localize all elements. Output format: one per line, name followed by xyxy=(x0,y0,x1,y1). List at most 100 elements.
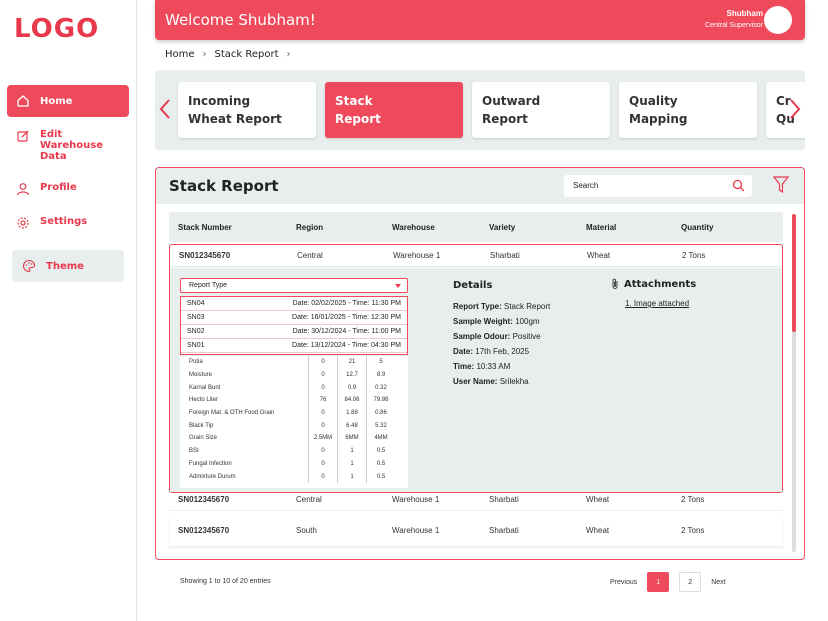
table-row[interactable]: SN012345670 South Warehouse 1 Sharbati W… xyxy=(169,515,783,547)
tab-label: Incoming xyxy=(188,94,251,108)
report-type-select[interactable]: Report Type xyxy=(180,278,408,293)
column-header[interactable]: Region xyxy=(287,223,383,232)
sidebar-item-profile[interactable]: Profile xyxy=(7,174,129,204)
report-sn: SN01 xyxy=(187,342,205,349)
param-min: 0 xyxy=(308,444,337,458)
page-button-1[interactable]: 1 xyxy=(647,572,670,592)
detail-value: Positive xyxy=(512,332,541,341)
detail-value: Srilekha xyxy=(499,377,529,386)
tab-stack-report[interactable]: Stack Report xyxy=(325,82,463,138)
details-section: Details Report Type: Stack Report Sample… xyxy=(453,278,603,389)
detail-sample-weight: Sample Weight: 100gm xyxy=(453,314,603,329)
expanded-row: SN012345670 Central Warehouse 1 Sharbati… xyxy=(169,244,783,493)
cell-quantity: 2 Tons xyxy=(681,495,705,504)
table-scrollbar[interactable] xyxy=(792,214,796,552)
tab-quality-mapping[interactable]: Quality Mapping xyxy=(619,82,757,138)
report-type-label: Report Type xyxy=(189,282,228,289)
column-header[interactable]: Material xyxy=(577,223,672,232)
cell-warehouse: Warehouse 1 xyxy=(392,526,440,535)
param-name: Karnal Bunt xyxy=(189,384,221,391)
gear-icon xyxy=(17,217,29,229)
cell-quantity: 2 Tons xyxy=(682,251,706,260)
cell-variety: Sharbati xyxy=(489,495,519,504)
chevron-right-icon[interactable] xyxy=(789,98,801,120)
param-max: 1.88 xyxy=(337,406,366,420)
param-value: 0.5 xyxy=(366,457,395,471)
param-name: Hecto Liter xyxy=(189,397,219,404)
detail-key: Report Type: xyxy=(453,302,502,311)
detail-key: User Name: xyxy=(453,377,498,386)
palette-icon xyxy=(23,259,36,273)
welcome-text: Welcome Shubham! xyxy=(165,11,316,29)
report-datetime: Date: 02/02/2025 - Time: 11:30 PM xyxy=(292,300,401,307)
report-datetime: Date: 30/12/2024 - Time: 11:00 PM xyxy=(292,328,401,335)
cell-region: Central xyxy=(296,495,322,504)
parameter-row: Foreign Mat. & OTH Food Grain 0 1.88 0.86 xyxy=(180,406,408,420)
theme-label: Theme xyxy=(46,260,84,272)
cell-material: Wheat xyxy=(587,251,611,260)
search-input[interactable]: Search xyxy=(564,175,752,197)
report-list-item[interactable]: SN01 Date: 13/12/2024 - Time: 04:30 PM xyxy=(181,339,407,353)
cell-warehouse: Warehouse 1 xyxy=(392,495,440,504)
report-list-item[interactable]: SN02 Date: 30/12/2024 - Time: 11:00 PM xyxy=(181,325,407,339)
tab-outward-report[interactable]: Outward Report xyxy=(472,82,610,138)
param-max: 1 xyxy=(337,470,366,483)
detail-value: Stack Report xyxy=(503,302,551,311)
param-name: Grain Size xyxy=(189,435,218,442)
param-value: 8.9 xyxy=(366,368,395,382)
param-name: Foreign Mat. & OTH Food Grain xyxy=(189,410,275,417)
row-detail: Report Type SN04 Date: 02/02/2025 - Time:… xyxy=(170,268,782,492)
param-max: 12.7 xyxy=(337,368,366,382)
panel-header: Stack Report Search xyxy=(156,168,804,204)
filter-icon[interactable] xyxy=(773,176,789,194)
tab-incoming-wheat-report[interactable]: Incoming Wheat Report xyxy=(178,82,316,138)
attachment-link[interactable]: 1. Image attached xyxy=(611,299,761,308)
sidebar-nav: Home Edit Warehouse Data Profile Setting… xyxy=(7,85,129,242)
column-header[interactable]: Quantity xyxy=(672,223,772,232)
avatar[interactable] xyxy=(764,6,792,34)
theme-button[interactable]: Theme xyxy=(12,250,124,282)
breadcrumb: Home › Stack Report › xyxy=(165,49,291,60)
report-tabs-carousel: Incoming Wheat Report Stack Report Outward… xyxy=(155,70,805,150)
detail-value: 17th Feb, 2025 xyxy=(475,347,530,356)
param-value: 4MM xyxy=(366,432,395,445)
table-header: Stack Number Region Warehouse Variety Ma… xyxy=(169,212,783,242)
report-list-item[interactable]: SN04 Date: 02/02/2025 - Time: 11:30 PM xyxy=(181,297,407,311)
table-row[interactable]: SN012345670 Central Warehouse 1 Sharbati… xyxy=(170,245,782,267)
chevron-left-icon[interactable] xyxy=(159,98,171,120)
quality-parameters: Potia 0 21 5 Moisture 0 12.7 8.9 Karnal Bunt 0 0… xyxy=(180,356,408,488)
param-name: Black Tip xyxy=(189,422,214,429)
scrollbar-thumb[interactable] xyxy=(792,214,796,332)
sidebar-item-edit-warehouse[interactable]: Edit Warehouse Data xyxy=(7,121,129,170)
column-header[interactable]: Warehouse xyxy=(383,223,480,232)
detail-time: Time: 10:33 AM xyxy=(453,359,603,374)
param-max: 0.9 xyxy=(337,381,366,395)
search-icon[interactable] xyxy=(732,179,745,192)
report-list-item[interactable]: SN03 Date: 16/01/2025 - Time: 12:30 PM xyxy=(181,311,407,325)
previous-button[interactable]: Previous xyxy=(610,579,637,586)
param-min: 0 xyxy=(308,381,337,395)
sidebar-item-settings[interactable]: Settings xyxy=(7,208,129,238)
breadcrumb-home[interactable]: Home xyxy=(165,49,195,60)
param-max: 1 xyxy=(337,457,366,471)
param-min: 0 xyxy=(308,368,337,382)
param-max: 6.48 xyxy=(337,419,366,433)
next-button[interactable]: Next xyxy=(711,579,725,586)
param-min: 76 xyxy=(308,394,337,407)
param-min: 0 xyxy=(308,406,337,420)
column-header[interactable]: Stack Number xyxy=(169,223,287,232)
parameter-row: Admixture Durum 0 1 0.5 xyxy=(180,470,408,483)
cell-stack-number: SN012345670 xyxy=(178,526,230,535)
page-button-2[interactable]: 2 xyxy=(679,572,702,592)
param-max: 21 xyxy=(337,356,366,369)
report-sn: SN03 xyxy=(187,314,205,321)
column-header[interactable]: Variety xyxy=(480,223,577,232)
param-min: 0 xyxy=(308,457,337,471)
param-name: Fungal Infection xyxy=(189,460,232,467)
param-max: 6MM xyxy=(337,432,366,445)
cell-variety: Sharbati xyxy=(490,251,520,260)
pagination: Previous 1 2 Next xyxy=(610,572,736,592)
breadcrumb-current[interactable]: Stack Report xyxy=(215,49,279,60)
sidebar-item-home[interactable]: Home xyxy=(7,85,129,117)
cell-stack-number: SN012345670 xyxy=(179,251,231,260)
